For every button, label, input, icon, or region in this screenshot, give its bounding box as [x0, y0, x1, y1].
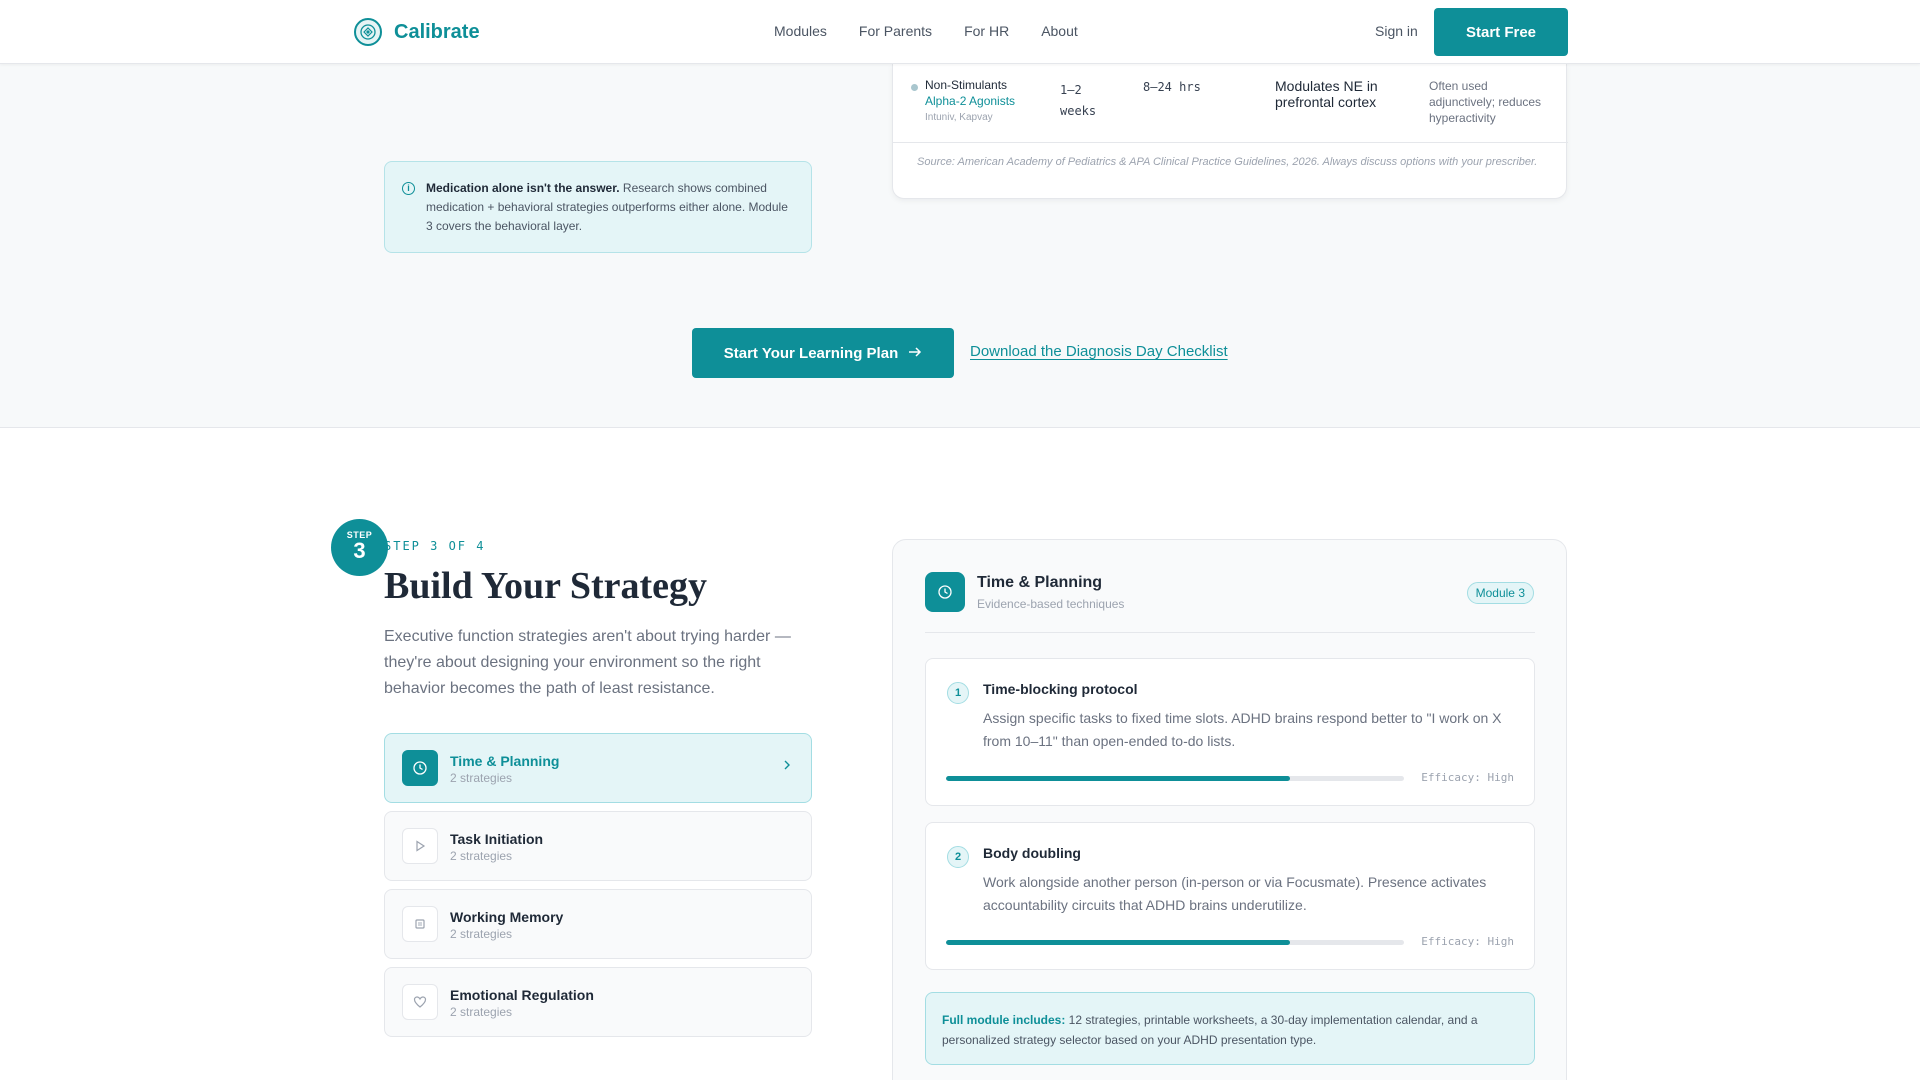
chip-icon	[402, 906, 438, 942]
strategy-number: 2	[947, 846, 969, 868]
step-label: STEP 3 OF 4	[384, 539, 486, 553]
category-working-memory[interactable]: Working Memory 2 strategies	[384, 889, 812, 959]
panel-title: Time & Planning	[977, 574, 1103, 591]
category-count: 2 strategies	[450, 771, 513, 785]
med-onset: 1–2 weeks	[1060, 83, 1097, 118]
efficacy-bar-fill	[946, 940, 1290, 945]
nav-link-about[interactable]: About	[1041, 23, 1078, 39]
category-emotional-regulation[interactable]: Emotional Regulation 2 strategies	[384, 967, 812, 1037]
med-class: Non-Stimulants	[925, 78, 1008, 92]
panel-divider	[925, 632, 1535, 633]
strategy-number: 1	[947, 682, 969, 704]
nav-link-for-hr[interactable]: For HR	[964, 23, 1009, 39]
full-module-bold: Full module includes:	[942, 1013, 1066, 1027]
strategy-card: 2 Body doubling Work alongside another p…	[925, 822, 1535, 970]
efficacy-bar-fill	[946, 776, 1290, 781]
heart-icon	[402, 984, 438, 1020]
table-row: Non-Stimulants Alpha-2 Agonists Intuniv,…	[893, 64, 1568, 143]
brand-name: Calibrate	[394, 20, 480, 43]
strategy-title: Body doubling	[983, 845, 1081, 861]
medication-table: Non-Stimulants Alpha-2 Agonists Intuniv,…	[892, 64, 1568, 199]
arrow-right-icon	[908, 345, 922, 362]
efficacy-bar	[946, 776, 1404, 781]
category-name: Time & Planning	[450, 753, 560, 769]
nav-link-for-parents[interactable]: For Parents	[859, 23, 932, 39]
strategy-title: Time-blocking protocol	[983, 681, 1138, 697]
medication-callout: i Medication alone isn't the answer. Res…	[384, 161, 812, 253]
play-icon	[402, 828, 438, 864]
clock-icon	[402, 750, 438, 786]
nav-links: Modules For Parents For HR About	[774, 23, 1078, 39]
category-name: Emotional Regulation	[450, 987, 594, 1003]
top-nav: Calibrate Modules For Parents For HR Abo…	[0, 0, 1920, 64]
med-subclass: Alpha-2 Agonists	[925, 94, 1016, 108]
diagnosis-checklist-link[interactable]: Download the Diagnosis Day Checklist	[970, 343, 1228, 360]
med-brands: Intuniv, Kapvay	[925, 112, 993, 123]
category-name: Working Memory	[450, 909, 564, 925]
efficacy-label: Efficacy: High	[1421, 771, 1514, 784]
strategy-card: 1 Time-blocking protocol Assign specific…	[925, 658, 1535, 806]
row-dot	[911, 84, 918, 91]
section-description: Executive function strategies aren't abo…	[384, 628, 791, 697]
category-count: 2 strategies	[450, 927, 513, 941]
section-title: Build Your Strategy	[384, 565, 708, 607]
start-free-button[interactable]: Start Free	[1434, 8, 1568, 56]
step-badge-number: 3	[353, 538, 366, 563]
step-badge: STEP 3	[331, 519, 388, 576]
start-learning-plan-label: Start Your Learning Plan	[723, 344, 899, 362]
clock-icon	[925, 572, 965, 612]
start-learning-plan-button[interactable]: Start Your Learning Plan	[692, 328, 954, 378]
efficacy-bar	[946, 940, 1404, 945]
strategy-description: Assign specific tasks to fixed time slot…	[983, 710, 1502, 749]
module-badge: Module 3	[1466, 582, 1534, 604]
category-count: 2 strategies	[450, 849, 513, 863]
med-duration: 8–24 hrs	[1143, 80, 1201, 94]
brand[interactable]: Calibrate	[354, 18, 480, 46]
category-task-initiation[interactable]: Task Initiation 2 strategies	[384, 811, 812, 881]
table-source: Source: American Academy of Pediatrics &…	[917, 156, 1538, 168]
category-count: 2 strategies	[450, 1005, 513, 1019]
full-module-note: Full module includes: 12 strategies, pri…	[925, 992, 1535, 1065]
nav-link-modules[interactable]: Modules	[774, 23, 827, 39]
sign-in-link[interactable]: Sign in	[1375, 23, 1418, 39]
category-name: Task Initiation	[450, 831, 544, 847]
efficacy-label: Efficacy: High	[1421, 935, 1514, 948]
med-mechanism: Modulates NE in prefrontal cortex	[1275, 78, 1378, 110]
strategy-description: Work alongside another person (in-person…	[983, 874, 1487, 913]
strategy-panel: Time & Planning Evidence-based technique…	[892, 539, 1567, 1080]
panel-subtitle: Evidence-based techniques	[977, 597, 1125, 611]
brand-logo-icon	[354, 18, 382, 46]
med-notes: Often used adjunctively; reduces hyperac…	[1429, 79, 1542, 125]
category-time-planning[interactable]: Time & Planning 2 strategies	[384, 733, 812, 803]
chevron-right-icon	[783, 758, 791, 774]
callout-bold: Medication alone isn't the answer.	[426, 181, 620, 195]
info-icon: i	[402, 182, 415, 195]
